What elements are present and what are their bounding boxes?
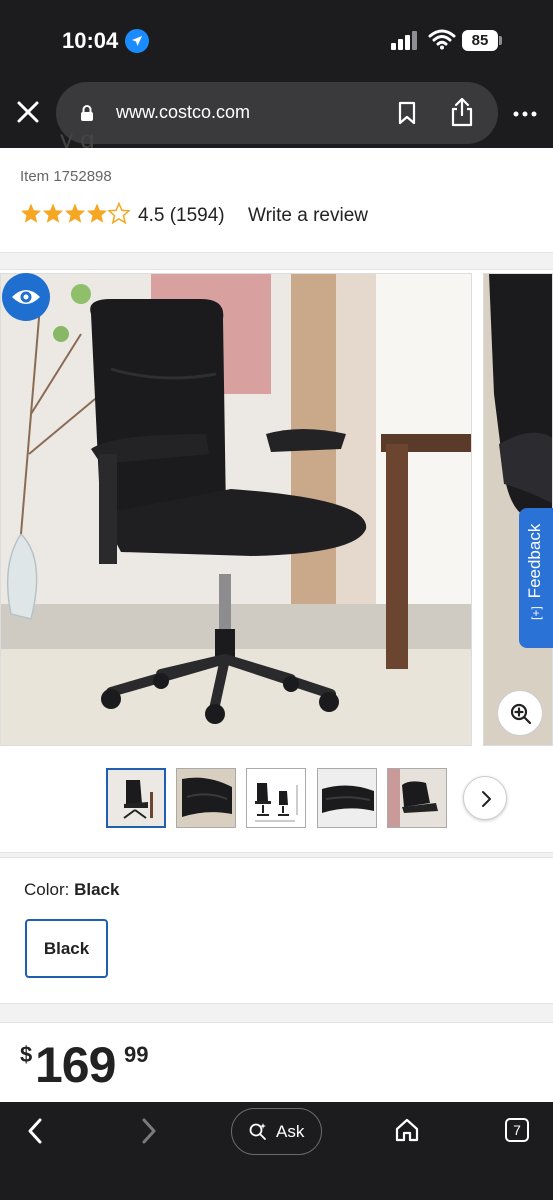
share-icon[interactable] — [448, 96, 476, 128]
price-currency: $ — [20, 1042, 33, 1067]
section-divider — [0, 852, 553, 858]
product-main-image[interactable] — [0, 273, 472, 746]
zoom-icon[interactable] — [497, 690, 543, 736]
close-icon[interactable] — [14, 98, 42, 126]
ask-label[interactable]: Ask — [276, 1122, 304, 1142]
thumbnail-3[interactable] — [246, 768, 306, 828]
color-label: Color: Black — [24, 880, 119, 900]
url-text[interactable]: www.costco.com — [116, 102, 250, 123]
feedback-plus-icon: [+] — [529, 606, 543, 620]
price-dollars: 169 — [35, 1037, 116, 1093]
bookmark-icon[interactable] — [397, 101, 417, 125]
item-number: Item 1752898 — [20, 168, 112, 185]
tab-count-button[interactable]: 7 — [505, 1118, 529, 1142]
color-label-prefix: Color: — [24, 880, 70, 899]
feedback-text: Feedback — [525, 523, 544, 599]
feedback-label[interactable]: [+] Feedback — [525, 524, 545, 620]
thumbnail-1[interactable] — [106, 768, 166, 828]
view-eye-icon[interactable] — [2, 273, 50, 321]
rating-summary[interactable]: 4.5 (1594) — [138, 205, 225, 227]
product-title-cut-off: y g — [60, 134, 95, 148]
battery-nub — [499, 36, 502, 45]
thumbnail-5[interactable] — [387, 768, 447, 828]
back-arrow-icon[interactable] — [22, 1116, 50, 1146]
status-time: 10:04 — [62, 28, 119, 53]
thumbnail-next-button[interactable] — [463, 776, 507, 820]
cellular-signal-icon — [391, 30, 419, 50]
section-divider — [0, 252, 553, 270]
color-option-black[interactable]: Black — [25, 919, 108, 978]
battery-indicator: 85 — [462, 30, 498, 51]
home-icon[interactable] — [394, 1117, 420, 1143]
price-cents: 99 — [124, 1042, 149, 1067]
thumbnail-4[interactable] — [317, 768, 377, 828]
rating-stars — [20, 202, 130, 226]
write-review-link[interactable]: Write a review — [248, 205, 368, 227]
lock-icon — [80, 104, 94, 122]
section-divider — [0, 1003, 553, 1023]
forward-arrow-icon[interactable] — [134, 1116, 162, 1146]
thumbnail-2[interactable] — [176, 768, 236, 828]
location-arrow-icon — [125, 29, 149, 53]
more-options-icon[interactable] — [512, 104, 538, 124]
wifi-icon — [428, 28, 456, 50]
ask-sparkle-search-icon — [248, 1121, 268, 1141]
color-selected-value: Black — [74, 880, 120, 899]
